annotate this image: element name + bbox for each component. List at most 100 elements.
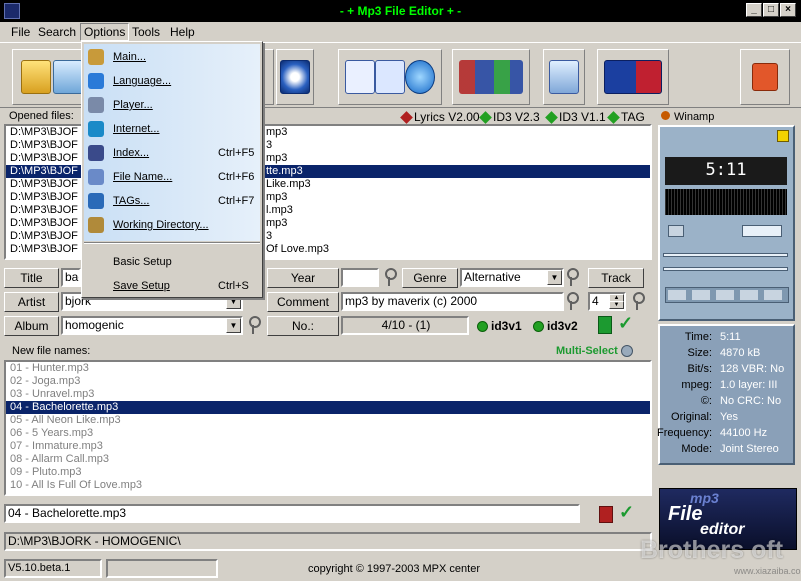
comment-button[interactable]: Comment: [267, 292, 339, 312]
title-button[interactable]: Title: [4, 268, 59, 288]
year-button[interactable]: Year: [267, 268, 339, 288]
new-name-row[interactable]: 08 - Allarm Call.mp3: [6, 453, 650, 466]
balance-bar[interactable]: [663, 267, 788, 271]
write-tag-icon[interactable]: [598, 316, 612, 334]
new-name-row[interactable]: 02 - Joga.mp3: [6, 375, 650, 388]
new-name-row[interactable]: 05 - All Neon Like.mp3: [6, 414, 650, 427]
maximize-button[interactable]: □: [763, 3, 779, 17]
menu-search[interactable]: Search: [35, 25, 79, 39]
lyrics-indicator-label: Lyrics V2.00: [414, 110, 480, 124]
key-icon[interactable]: [248, 316, 261, 334]
menu-file[interactable]: File: [8, 25, 33, 39]
menu-help[interactable]: Help: [167, 25, 198, 39]
menu-item-main[interactable]: Main...: [84, 46, 260, 68]
menu-item-tags[interactable]: TAGs... Ctrl+F7: [84, 190, 260, 212]
id3v11-status-icon: [545, 111, 558, 125]
chevron-down-icon[interactable]: ▼: [226, 318, 241, 333]
file-name-icon[interactable]: [375, 60, 405, 94]
spin-down-icon[interactable]: ▼: [609, 301, 624, 309]
menu-item-index[interactable]: Index... Ctrl+F5: [84, 142, 260, 164]
menu-item-save-setup[interactable]: Save Setup Ctrl+S: [84, 275, 260, 297]
tag-status-icon: [607, 111, 620, 125]
new-names-list[interactable]: 01 - Hunter.mp3 02 - Joga.mp3 03 - Unravel…: [4, 360, 652, 496]
play-button[interactable]: [692, 290, 710, 300]
open-files-icon[interactable]: [53, 60, 83, 94]
rename-tags-icon[interactable]: [459, 60, 523, 94]
tag-icon[interactable]: [549, 60, 579, 94]
id3v2-toggle[interactable]: id3v2: [533, 319, 578, 333]
opened-file-tail: mp3: [266, 217, 288, 229]
options-menu: Main... Language... Player... Internet... In…: [81, 41, 263, 298]
stop-button[interactable]: [740, 290, 758, 300]
album-button[interactable]: Album: [4, 316, 59, 336]
artist-button[interactable]: Artist: [4, 292, 59, 312]
menu-item-label: Main...: [113, 51, 147, 63]
id3v2-label: id3v2: [547, 319, 578, 333]
freedb-icon[interactable]: [604, 60, 662, 94]
new-name-edit-field[interactable]: 04 - Bachelorette.mp3: [4, 504, 580, 523]
genre-select[interactable]: Alternative ▼: [460, 268, 564, 287]
menu-item-label: File Name...: [113, 171, 173, 183]
id3v23-indicator-label: ID3 V2.3: [493, 110, 540, 124]
key-icon[interactable]: [384, 268, 397, 286]
menu-item-internet[interactable]: Internet...: [84, 118, 260, 140]
menu-item-file-name[interactable]: File Name... Ctrl+F6: [84, 166, 260, 188]
new-names-label: New file names:: [12, 345, 91, 357]
music-note-icon[interactable]: [345, 60, 375, 94]
track-field[interactable]: 4 ▲ ▼: [588, 292, 626, 311]
eject-button[interactable]: [668, 225, 684, 237]
new-name-row[interactable]: 07 - Immature.mp3: [6, 440, 650, 453]
seek-bar[interactable]: [663, 253, 788, 257]
key-icon[interactable]: [566, 268, 579, 286]
menu-item-working-directory[interactable]: Working Directory...: [84, 214, 260, 236]
menu-item-language[interactable]: Language...: [84, 70, 260, 92]
player-icon[interactable]: [280, 60, 310, 94]
lyrics-indicator: Lyrics V2.00: [400, 110, 480, 125]
album-field[interactable]: homogenic ▼: [61, 316, 243, 335]
comment-field[interactable]: mp3 by maverix (c) 2000: [341, 292, 564, 311]
minimize-button[interactable]: _: [746, 3, 762, 17]
genre-button[interactable]: Genre: [402, 268, 458, 288]
id3v23-status-icon: [479, 111, 492, 125]
new-name-row[interactable]: 03 - Unravel.mp3: [6, 388, 650, 401]
menu-item-player[interactable]: Player...: [84, 94, 260, 116]
checkmark-icon[interactable]: ✓: [618, 313, 633, 334]
year-field[interactable]: [341, 268, 379, 287]
title-field[interactable]: bac: [61, 268, 81, 287]
next-button[interactable]: [764, 290, 782, 300]
exit-icon[interactable]: [752, 63, 778, 91]
track-info-key: Original:: [671, 411, 712, 423]
menu-item-label: TAGs...: [113, 195, 150, 207]
opened-file-tail: mp3: [266, 191, 288, 203]
new-name-row[interactable]: 09 - Pluto.mp3: [6, 466, 650, 479]
toolbar-group-tags: [452, 49, 530, 105]
previous-button[interactable]: [668, 290, 686, 300]
key-icon[interactable]: [632, 292, 645, 310]
winamp-logo-icon: [661, 111, 670, 120]
pause-button[interactable]: [716, 290, 734, 300]
track-info-key: Time:: [684, 331, 712, 343]
id3v1-toggle[interactable]: id3v1: [477, 319, 522, 333]
save-setup-shortcut: Ctrl+S: [218, 280, 249, 292]
new-name-row[interactable]: 01 - Hunter.mp3: [6, 362, 650, 375]
opened-file-tail: tte.mp3: [266, 165, 303, 177]
open-folder-icon[interactable]: [21, 60, 51, 94]
track-info-row: Original: Yes: [660, 410, 800, 425]
menu-item-shortcut: Ctrl+F5: [218, 147, 255, 159]
menu-item-basic-setup[interactable]: Basic Setup: [84, 251, 260, 273]
key-icon[interactable]: [566, 292, 579, 310]
menu-tools[interactable]: Tools: [129, 25, 163, 39]
new-name-row[interactable]: 10 - All Is Full Of Love.mp3: [6, 479, 650, 492]
rename-file-icon[interactable]: [599, 506, 613, 523]
multi-select-toggle[interactable]: Multi-Select: [556, 345, 633, 358]
close-button[interactable]: ×: [780, 3, 796, 17]
menu-options[interactable]: Options: [80, 23, 130, 41]
new-name-row[interactable]: 06 - 5 Years.mp3: [6, 427, 650, 440]
new-name-row[interactable]: 04 - Bachelorette.mp3: [6, 401, 650, 414]
track-button[interactable]: Track: [588, 268, 644, 288]
internet-explorer-icon[interactable]: [405, 60, 435, 94]
volume-slider[interactable]: [742, 225, 782, 237]
no-button[interactable]: No.:: [267, 316, 339, 336]
checkmark-icon[interactable]: ✓: [619, 502, 634, 523]
chevron-down-icon[interactable]: ▼: [547, 270, 562, 285]
